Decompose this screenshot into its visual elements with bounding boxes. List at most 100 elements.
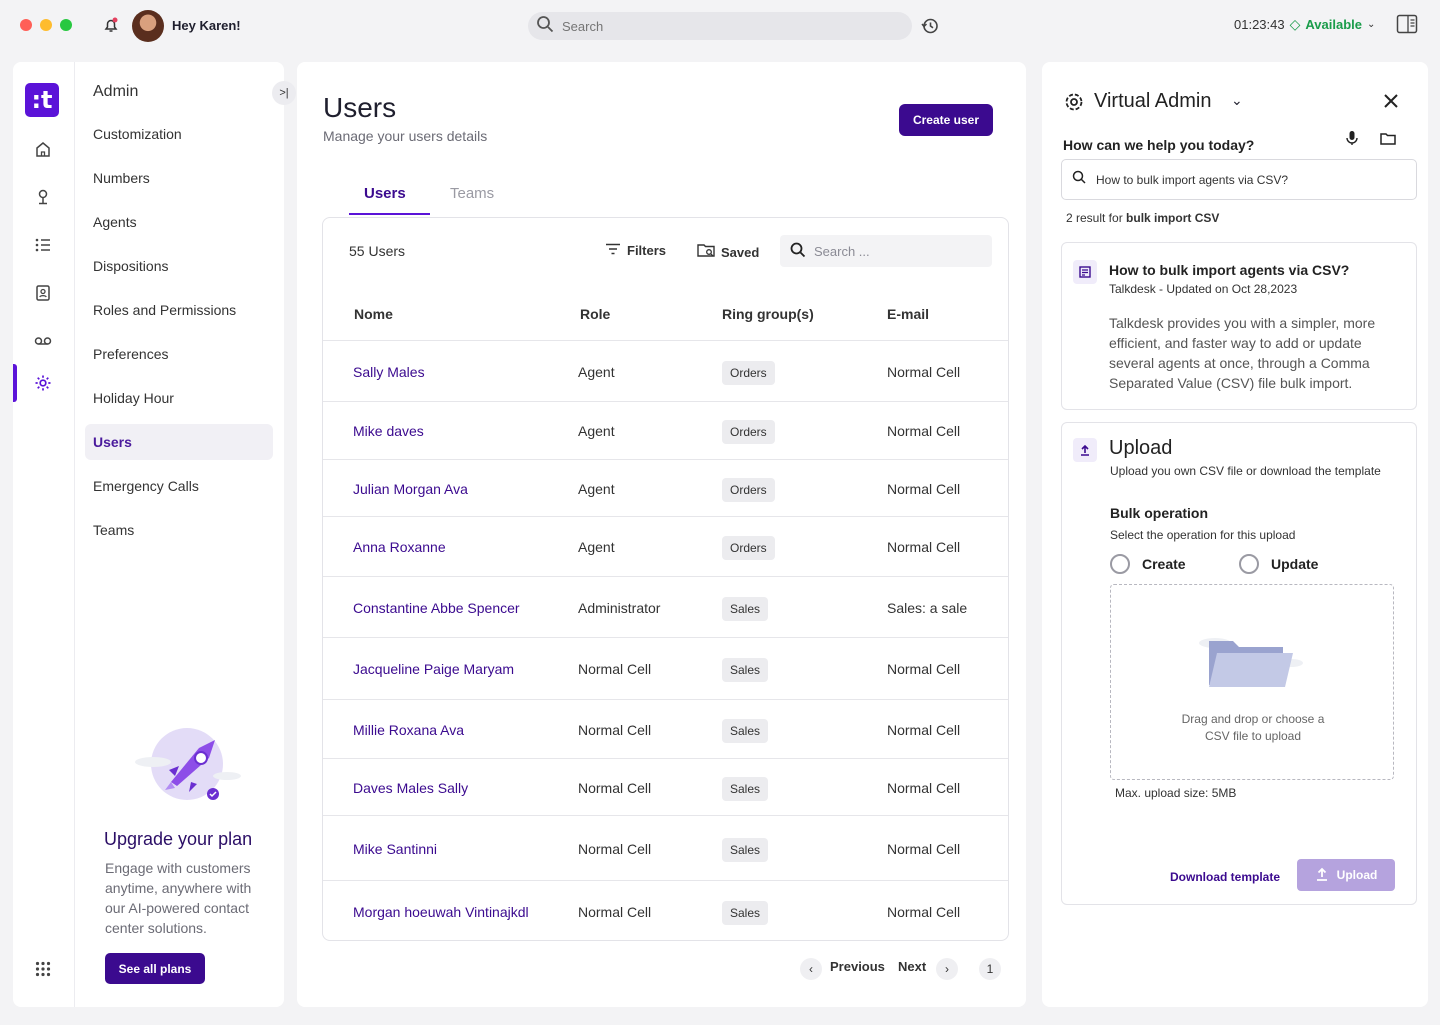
- user-name-link[interactable]: Anna Roxanne: [353, 539, 446, 555]
- table-row[interactable]: Millie Roxana Ava Normal Cell Sales Normal …: [323, 699, 1008, 758]
- list-icon[interactable]: [32, 234, 54, 256]
- assistant-title[interactable]: Virtual Admin: [1094, 90, 1211, 113]
- voicemail-icon[interactable]: [32, 330, 54, 352]
- nav-item-emergency-calls[interactable]: Emergency Calls: [85, 468, 273, 504]
- saved-label: Saved: [721, 244, 760, 260]
- nav-item-roles-and-permissions[interactable]: Roles and Permissions: [85, 292, 273, 328]
- assistant-search-value[interactable]: How to bulk import agents via CSV?: [1096, 173, 1288, 187]
- call-timer: 01:23:43: [1234, 17, 1285, 32]
- bulk-operation-title: Bulk operation: [1110, 505, 1209, 521]
- global-search-input[interactable]: [562, 18, 862, 34]
- panel-toggle-icon[interactable]: [1396, 14, 1418, 39]
- nav-item-users[interactable]: Users: [85, 424, 273, 460]
- table-search[interactable]: Search ...: [780, 235, 992, 267]
- radio-create[interactable]: Create: [1110, 554, 1186, 574]
- ring-group-chip: Sales: [722, 901, 769, 925]
- user-name-link[interactable]: Julian Morgan Ava: [353, 481, 468, 497]
- greeting: Hey Karen!: [172, 18, 241, 33]
- user-role: Agent: [578, 481, 615, 497]
- talkdesk-logo[interactable]: :t: [25, 83, 59, 117]
- user-name-link[interactable]: Daves Males Sally: [353, 780, 468, 796]
- routing-icon[interactable]: [32, 186, 54, 208]
- user-name-link[interactable]: Morgan hoeuwah Vintinajkdl: [353, 904, 529, 920]
- assistant-search[interactable]: How to bulk import agents via CSV?: [1061, 159, 1417, 200]
- filter-icon: [605, 243, 621, 258]
- col-header-name[interactable]: Nome: [354, 306, 393, 322]
- table-row[interactable]: Constantine Abbe Spencer Administrator Sal…: [323, 576, 1008, 637]
- page-number[interactable]: 1: [979, 958, 1001, 980]
- ring-group-chip: Orders: [722, 361, 775, 385]
- next-chevron-icon[interactable]: ›: [936, 958, 958, 980]
- table-row[interactable]: Morgan hoeuwah Vintinajkdl Normal Cell Sal…: [323, 880, 1008, 941]
- bell-icon[interactable]: [102, 16, 120, 39]
- apps-grid-icon[interactable]: [32, 958, 54, 980]
- user-name-link[interactable]: Constantine Abbe Spencer: [353, 600, 520, 616]
- create-user-button[interactable]: Create user: [899, 104, 993, 136]
- contacts-icon[interactable]: [32, 282, 54, 304]
- window-minimize-dot[interactable]: [40, 19, 52, 31]
- nav-item-teams[interactable]: Teams: [85, 512, 273, 548]
- article-title[interactable]: How to bulk import agents via CSV?: [1109, 262, 1349, 278]
- user-name-link[interactable]: Mike daves: [353, 423, 424, 439]
- microphone-icon[interactable]: [1345, 130, 1359, 151]
- col-header-email[interactable]: E-mail: [887, 306, 929, 322]
- table-search-placeholder[interactable]: Search ...: [814, 244, 870, 259]
- max-upload-size: Max. upload size: 5MB: [1115, 786, 1237, 800]
- filters-button[interactable]: Filters: [605, 243, 666, 258]
- table-row[interactable]: Mike Santinni Normal Cell Sales Normal Cell: [323, 815, 1008, 880]
- history-icon[interactable]: [920, 16, 940, 41]
- nav-item-preferences[interactable]: Preferences: [85, 336, 273, 372]
- table-row[interactable]: Jacqueline Paige Maryam Normal Cell Sales N…: [323, 637, 1008, 699]
- available-diamond-icon: ◇: [1289, 16, 1301, 32]
- next-page-button[interactable]: Next: [898, 959, 926, 974]
- upload-button[interactable]: Upload: [1297, 859, 1395, 891]
- window-close-dot[interactable]: [20, 19, 32, 31]
- window-maximize-dot[interactable]: [60, 19, 72, 31]
- table-row[interactable]: Julian Morgan Ava Agent Orders Normal Cell: [323, 459, 1008, 516]
- table-row[interactable]: Daves Males Sally Normal Cell Sales Normal …: [323, 758, 1008, 815]
- col-header-role[interactable]: Role: [580, 306, 610, 322]
- user-role: Agent: [578, 423, 615, 439]
- download-template-link[interactable]: Download template: [1170, 870, 1280, 884]
- nav-item-dispositions[interactable]: Dispositions: [85, 248, 273, 284]
- user-role: Normal Cell: [578, 904, 652, 920]
- status-area[interactable]: 01:23:43 ◇ Available ⌄: [1234, 16, 1375, 33]
- saved-button[interactable]: Saved: [697, 243, 759, 261]
- collapse-nav-button[interactable]: >|: [272, 81, 296, 105]
- previous-page-button[interactable]: Previous: [830, 959, 885, 974]
- tab-users[interactable]: Users: [364, 185, 406, 202]
- page-subtitle: Manage your users details: [323, 128, 488, 144]
- nav-item-holiday-hour[interactable]: Holiday Hour: [85, 380, 273, 416]
- table-row[interactable]: Anna Roxanne Agent Orders Normal Cell: [323, 516, 1008, 576]
- user-name-link[interactable]: Sally Males: [353, 364, 425, 380]
- nav-item-customization[interactable]: Customization: [85, 116, 273, 152]
- chevron-down-icon[interactable]: ⌄: [1231, 92, 1243, 109]
- global-search[interactable]: [528, 12, 912, 40]
- user-name-link[interactable]: Mike Santinni: [353, 841, 437, 857]
- ring-group-chip: Orders: [722, 420, 775, 444]
- close-icon[interactable]: [1382, 92, 1400, 115]
- home-icon[interactable]: [32, 138, 54, 160]
- see-all-plans-button[interactable]: See all plans: [105, 953, 205, 984]
- file-dropzone[interactable]: Drag and drop or choose a CSV file to up…: [1110, 584, 1394, 780]
- col-header-ring-group[interactable]: Ring group(s): [722, 306, 814, 322]
- user-name-link[interactable]: Millie Roxana Ava: [353, 722, 464, 738]
- table-row[interactable]: Sally Males Agent Orders Normal Cell: [323, 340, 1008, 401]
- radio-update[interactable]: Update: [1239, 554, 1318, 574]
- nav-item-agents[interactable]: Agents: [85, 204, 273, 240]
- avatar[interactable]: [132, 10, 164, 42]
- user-name-link[interactable]: Jacqueline Paige Maryam: [353, 661, 514, 677]
- user-email: Normal Cell: [887, 423, 961, 439]
- ring-group-chip: Sales: [722, 597, 769, 621]
- article-card[interactable]: How to bulk import agents via CSV? Talkd…: [1061, 242, 1417, 410]
- settings-gear-icon[interactable]: [32, 372, 54, 394]
- radio-circle[interactable]: [1110, 554, 1130, 574]
- nav-item-numbers[interactable]: Numbers: [85, 160, 273, 196]
- table-row[interactable]: Mike daves Agent Orders Normal Cell: [323, 401, 1008, 459]
- nav-title: Admin: [93, 83, 139, 100]
- ring-group-chip: Sales: [722, 777, 769, 801]
- tab-teams[interactable]: Teams: [450, 185, 494, 202]
- previous-chevron-icon[interactable]: ‹: [800, 958, 822, 980]
- radio-circle[interactable]: [1239, 554, 1259, 574]
- folder-icon[interactable]: [1380, 132, 1396, 151]
